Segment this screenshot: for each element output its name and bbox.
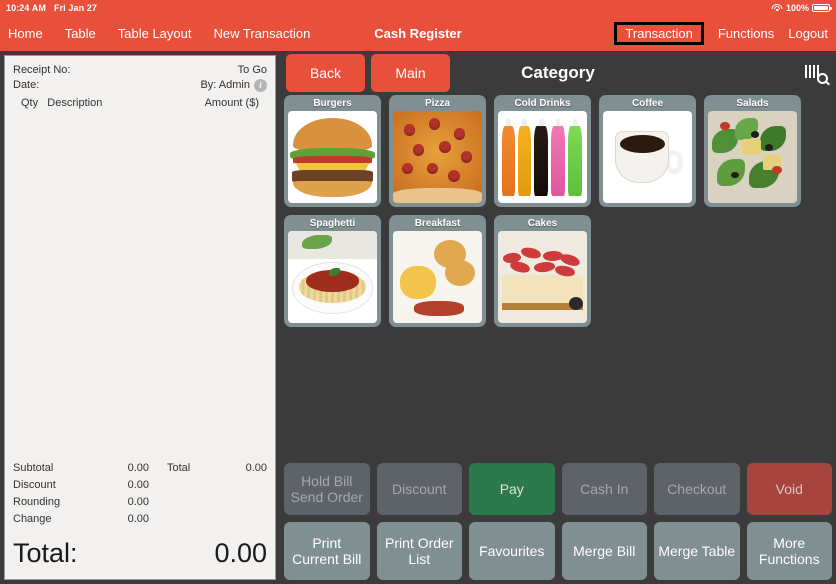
- barcode-search-icon[interactable]: [804, 60, 830, 86]
- category-tile-label: Burgers: [313, 98, 352, 109]
- receipt-panel: Receipt No: To Go Date: By: Admin i Qty …: [4, 55, 276, 580]
- status-indicators: 100%: [771, 3, 832, 13]
- discount-label: Discount: [13, 479, 56, 491]
- action-row-secondary: Print Current Bill Print Order List Favour…: [284, 522, 832, 580]
- nav-item-logout[interactable]: Logout: [788, 26, 828, 41]
- totals-row-rounding: Rounding 0.00: [13, 494, 267, 511]
- category-tile-label: Salads: [736, 98, 769, 109]
- receipt-date-row: Date: By: Admin i: [13, 78, 267, 93]
- category-tile-cold-drinks[interactable]: Cold Drinks: [494, 95, 591, 207]
- category-tile-image-salad: [708, 111, 797, 203]
- category-tile-label: Cakes: [527, 218, 558, 229]
- print-order-list-button[interactable]: Print Order List: [376, 522, 462, 580]
- receipt-col-amount: Amount ($): [204, 97, 259, 109]
- category-tile-image-pizza: [393, 111, 482, 203]
- more-functions-button[interactable]: More Functions: [746, 522, 832, 580]
- nav-item-home[interactable]: Home: [8, 26, 43, 41]
- category-tile-image-cake: [498, 231, 587, 323]
- receipt-operator: By: Admin: [200, 79, 250, 91]
- category-tile-pizza[interactable]: Pizza: [389, 95, 486, 207]
- info-icon[interactable]: i: [254, 79, 267, 92]
- status-time: 10:24 AM: [6, 3, 46, 13]
- category-tile-label: Spaghetti: [309, 218, 356, 229]
- battery-full-icon: [812, 4, 832, 12]
- category-tile-burgers[interactable]: Burgers: [284, 95, 381, 207]
- nav-item-table[interactable]: Table: [65, 26, 96, 41]
- category-toolbar: Back Main Category: [280, 51, 836, 95]
- rounding-value: 0.00: [127, 496, 149, 508]
- side-total-label: Total: [167, 462, 191, 474]
- right-pane: Back Main Category Burgers Pizza Cold Dr…: [280, 51, 836, 584]
- action-buttons: Hold Bill Send Order Discount Pay Cash In…: [280, 456, 836, 584]
- nav-left-group: Home Table Table Layout New Transaction: [8, 26, 310, 41]
- grand-total-row: Total: 0.00: [5, 528, 275, 579]
- status-bar: 10:24 AM Fri Jan 27 100%: [0, 0, 836, 16]
- favourites-button[interactable]: Favourites: [469, 522, 555, 580]
- category-tile-image-breakfast: [393, 231, 482, 323]
- side-total-value: 0.00: [245, 462, 267, 474]
- print-current-bill-button[interactable]: Print Current Bill: [284, 522, 370, 580]
- category-tile-cakes[interactable]: Cakes: [494, 215, 591, 327]
- pos-app: 10:24 AM Fri Jan 27 100% Home Table Tabl…: [0, 0, 836, 584]
- receipt-col-qty-description: Qty Description: [21, 97, 102, 109]
- nav-item-functions[interactable]: Functions: [718, 26, 774, 41]
- wifi-icon: [771, 3, 783, 13]
- category-tile-label: Cold Drinks: [514, 98, 571, 109]
- action-row-primary: Hold Bill Send Order Discount Pay Cash In…: [284, 463, 832, 515]
- nav-item-transaction[interactable]: Transaction: [614, 22, 704, 45]
- cash-in-button[interactable]: Cash In: [561, 463, 647, 515]
- change-value: 0.00: [127, 513, 149, 525]
- receipt-items-list[interactable]: [5, 109, 275, 460]
- merge-table-button[interactable]: Merge Table: [654, 522, 740, 580]
- nav-right-group: Transaction Functions Logout: [614, 22, 828, 45]
- category-grid: Burgers Pizza Cold Drinks Coffee Salads …: [280, 95, 836, 327]
- receipt-column-headers: Qty Description Amount ($): [13, 93, 267, 109]
- category-tile-image-drinks: [498, 111, 587, 203]
- receipt-operator-group: By: Admin i: [200, 78, 267, 93]
- category-tile-image-spaghetti: [288, 231, 377, 323]
- merge-bill-button[interactable]: Merge Bill: [561, 522, 647, 580]
- nav-bar: Home Table Table Layout New Transaction …: [0, 16, 836, 51]
- change-label: Change: [13, 513, 52, 525]
- category-tile-coffee[interactable]: Coffee: [599, 95, 696, 207]
- void-button[interactable]: Void: [746, 463, 832, 515]
- receipt-col-qty: Qty: [21, 97, 39, 109]
- nav-item-table-layout[interactable]: Table Layout: [118, 26, 192, 41]
- rounding-label: Rounding: [13, 496, 61, 508]
- pay-button[interactable]: Pay: [469, 463, 555, 515]
- hold-bill-send-order-button[interactable]: Hold Bill Send Order: [284, 463, 370, 515]
- receipt-header: Receipt No: To Go Date: By: Admin i Qty …: [5, 56, 275, 109]
- status-date: Fri Jan 27: [53, 3, 98, 13]
- discount-value: 0.00: [127, 479, 149, 491]
- category-tile-label: Coffee: [631, 98, 664, 109]
- category-tile-salads[interactable]: Salads: [704, 95, 801, 207]
- category-tile-image-coffee: [603, 111, 692, 203]
- receipt-totals: Subtotal 0.00 Total 0.00 Discount 0.00 R…: [5, 460, 275, 528]
- grand-total-label: Total:: [13, 538, 78, 568]
- receipt-no-label: Receipt No:: [13, 64, 71, 76]
- totals-row-subtotal: Subtotal 0.00 Total 0.00: [13, 460, 267, 477]
- category-tile-label: Pizza: [424, 98, 450, 109]
- grand-total-value: 0.00: [214, 538, 267, 568]
- nav-item-new-transaction[interactable]: New Transaction: [214, 26, 311, 41]
- category-tile-image-burger: [288, 111, 377, 203]
- battery-percent: 100%: [785, 3, 809, 13]
- main-button[interactable]: Main: [371, 54, 450, 92]
- discount-button[interactable]: Discount: [376, 463, 462, 515]
- checkout-button[interactable]: Checkout: [654, 463, 740, 515]
- order-type-value: To Go: [237, 64, 267, 76]
- subtotal-label: Subtotal: [13, 462, 54, 474]
- category-tile-breakfast[interactable]: Breakfast: [389, 215, 486, 327]
- category-tile-spaghetti[interactable]: Spaghetti: [284, 215, 381, 327]
- totals-row-change: Change 0.00: [13, 511, 267, 528]
- receipt-date-label: Date:: [13, 79, 40, 91]
- receipt-no-row: Receipt No: To Go: [13, 63, 267, 78]
- back-button[interactable]: Back: [286, 54, 365, 92]
- totals-row-discount: Discount 0.00: [13, 477, 267, 494]
- receipt-col-description: Description: [47, 97, 103, 109]
- category-tile-label: Breakfast: [414, 218, 461, 229]
- subtotal-value: 0.00: [127, 462, 149, 474]
